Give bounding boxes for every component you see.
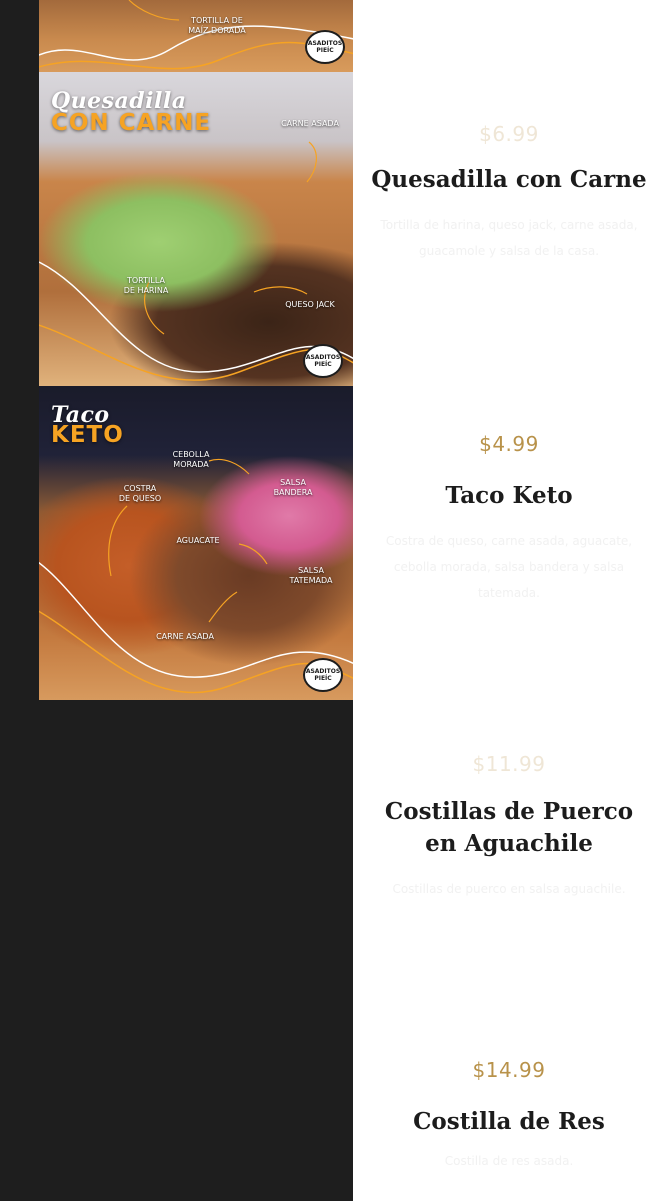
item-price: $11.99 [472,752,546,776]
item-title: Costilla de Res [413,1108,605,1135]
photo-label-salsa-bandera: SALSA BANDERA [273,478,313,497]
photo-label-salsa-tatemada: SALSA TATEMADA [289,566,333,585]
menu-item[interactable]: $14.99 Costilla de Res Costilla de res a… [353,1058,665,1174]
item-price: $6.99 [479,122,539,146]
item-description: Costilla de res asada. [444,1154,574,1168]
item-description: Costillas de puerco en salsa aguachile. [392,882,626,896]
photo-label-queso-jack: QUESO JACK [285,300,335,309]
photo-label-aguacate: AGUACATE [176,536,220,545]
photo-big-title: CON CARNE [51,110,212,136]
menu-item[interactable]: $4.99 Taco Keto Costra de queso, carne a… [353,432,665,606]
decorative-curves [39,0,353,70]
item-title: Taco Keto [445,482,573,509]
photo-label-cebolla-morada: CEBOLLA MORADA [172,450,210,469]
photo-label-carne-asada: CARNE ASADA [281,119,339,128]
photo-label-costra-de-queso: COSTRA DE QUESO [118,484,162,503]
menu-photo-quesadilla[interactable]: Quesadilla CON CARNE CARNE ASADA TORTILL… [39,72,353,386]
photo-big-title: KETO [51,422,124,448]
brand-logo: ASADITOS PIEÍC [303,344,343,378]
item-title: Costillas de Puerco en Aguachile [384,798,634,857]
brand-logo: ASADITOS PIEÍC [305,30,345,64]
item-price: $4.99 [479,432,539,456]
menu-photo-tortilla[interactable]: TORTILLA DE MAÍZ DORADA ASADITOS PIEÍC [39,0,353,72]
item-description: Tortilla de harina, queso jack, carne as… [380,218,638,258]
photo-label-tortilla: TORTILLA DE MAÍZ DORADA [188,16,246,35]
photo-label-tortilla-harina: TORTILLA DE HARINA [123,276,169,295]
brand-logo: ASADITOS PIEÍC [303,658,343,692]
item-title: Quesadilla con Carne [371,166,647,193]
item-price: $14.99 [472,1058,546,1082]
menu-item[interactable]: $11.99 Costillas de Puerco en Aguachile … [353,752,665,902]
photo-label-carne-asada: CARNE ASADA [156,632,214,641]
menu-photo-taco-keto[interactable]: Taco KETO CEBOLLA MORADA COSTRA DE QUESO… [39,386,353,700]
menu-item[interactable]: $6.99 Quesadilla con Carne Tortilla de h… [353,122,665,264]
item-description: Costra de queso, carne asada, aguacate, … [385,534,633,600]
